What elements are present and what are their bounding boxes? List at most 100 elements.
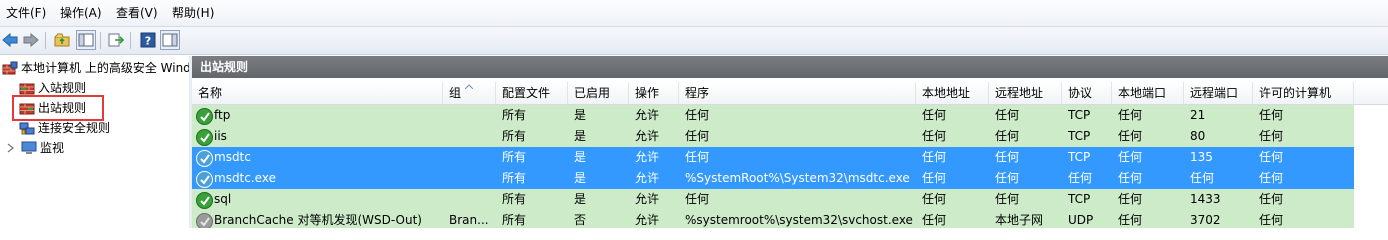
table-row[interactable]: msdtc.exe 所有 是 允许 %SystemRoot%\System32\msdt… <box>192 168 1354 189</box>
toolbar: ? <box>0 27 1388 55</box>
cell-action: 允许 <box>635 213 660 227</box>
cell-program: 任何 <box>685 108 710 122</box>
cell-local-addr: 任何 <box>922 213 947 227</box>
menu-action[interactable]: 操作(A) <box>60 4 102 21</box>
cell-protocol: TCP <box>1068 150 1091 164</box>
cell-profile: 所有 <box>502 171 527 185</box>
cell-action: 允许 <box>635 192 660 206</box>
col-header-profile[interactable]: 配置文件 <box>496 82 568 104</box>
cell-group: Bran... <box>449 213 489 227</box>
cell-local-addr: 任何 <box>922 150 947 164</box>
cell-name: iis <box>214 129 227 143</box>
cell-remote-port: 135 <box>1190 150 1213 164</box>
col-header-name[interactable]: 名称 <box>192 82 443 104</box>
cell-local-addr: 任何 <box>922 108 947 122</box>
export-list-icon[interactable] <box>106 30 126 50</box>
cell-computers: 任何 <box>1259 213 1284 227</box>
cell-program: 任何 <box>685 129 710 143</box>
cell-profile: 所有 <box>502 150 527 164</box>
cell-remote-addr: 任何 <box>995 108 1020 122</box>
col-header-action[interactable]: 操作 <box>629 82 679 104</box>
col-header-remote-port[interactable]: 远程端口 <box>1184 82 1253 104</box>
menu-bar: 文件(F) 操作(A) 查看(V) 帮助(H) <box>0 0 1388 27</box>
cell-enabled: 是 <box>574 171 587 185</box>
cell-group <box>443 105 496 126</box>
tree-root[interactable]: 本地计算机 上的高级安全 Wind <box>2 58 191 77</box>
col-header-protocol[interactable]: 协议 <box>1062 82 1112 104</box>
tree-root-label: 本地计算机 上的高级安全 Wind <box>21 61 191 75</box>
cell-profile: 所有 <box>502 108 527 122</box>
col-header-program[interactable]: 程序 <box>679 82 916 104</box>
table-row[interactable]: BranchCache 对等机发现(WSD-Out) Bran... 所有 否 允许 %s… <box>192 210 1354 228</box>
cell-action: 允许 <box>635 129 660 143</box>
table-row[interactable]: msdtc 所有 是 允许 任何 任何 任何 TCP 任何 135 任何 <box>192 147 1354 168</box>
cell-remote-port: 1433 <box>1190 192 1221 206</box>
svg-text:?: ? <box>145 35 151 48</box>
cell-computers: 任何 <box>1259 129 1284 143</box>
cell-action: 允许 <box>635 171 660 185</box>
cell-action: 允许 <box>635 108 660 122</box>
cell-enabled: 是 <box>574 150 587 164</box>
cell-group <box>443 126 496 147</box>
col-header-enabled[interactable]: 已启用 <box>568 82 629 104</box>
cell-program: %systemroot%\system32\svchost.exe <box>685 213 913 227</box>
cell-action: 允许 <box>635 150 660 164</box>
console-tree: 本地计算机 上的高级安全 Wind 入站规则 出站规则 连接安全规则 监视 <box>0 56 191 228</box>
tree-item-monitor[interactable]: 监视 <box>6 138 64 157</box>
cell-computers: 任何 <box>1259 171 1284 185</box>
show-hide-action-pane-icon[interactable] <box>160 30 180 50</box>
cell-remote-addr: 任何 <box>995 129 1020 143</box>
forward-arrow-icon[interactable] <box>21 30 41 50</box>
cell-remote-port: 任何 <box>1190 171 1215 185</box>
cell-remote-addr: 本地子网 <box>995 213 1044 227</box>
show-hide-console-tree-icon[interactable] <box>76 30 96 50</box>
back-arrow-icon[interactable] <box>0 30 20 50</box>
cell-name: msdtc.exe <box>214 171 276 185</box>
col-header-authorized-computers[interactable]: 许可的计算机 <box>1253 82 1354 104</box>
cell-enabled: 是 <box>574 108 587 122</box>
cell-remote-addr: 任何 <box>995 150 1020 164</box>
inbound-rules-icon <box>19 83 35 94</box>
cell-local-addr: 任何 <box>922 171 947 185</box>
cell-profile: 所有 <box>502 129 527 143</box>
cell-remote-port: 21 <box>1190 108 1206 122</box>
col-header-local-address[interactable]: 本地地址 <box>916 82 989 104</box>
cell-name: BranchCache 对等机发现(WSD-Out) <box>214 213 422 227</box>
table-row[interactable]: ftp 所有 是 允许 任何 任何 任何 TCP 任何 21 任何 <box>192 105 1354 126</box>
highlight-box <box>12 95 104 121</box>
cell-group <box>443 189 496 210</box>
col-header-local-port[interactable]: 本地端口 <box>1112 82 1184 104</box>
table-row[interactable]: iis 所有 是 允许 任何 任何 任何 TCP 任何 80 任何 <box>192 126 1354 147</box>
col-header-group-label: 组 <box>449 86 462 100</box>
cell-local-port: 任何 <box>1118 150 1143 164</box>
cell-remote-addr: 任何 <box>995 192 1020 206</box>
monitor-icon <box>21 141 37 154</box>
cell-program: 任何 <box>685 150 710 164</box>
cell-protocol: TCP <box>1068 192 1091 206</box>
cell-computers: 任何 <box>1259 192 1284 206</box>
cell-local-port: 任何 <box>1118 108 1143 122</box>
table-row[interactable]: sql 所有 是 允许 任何 任何 任何 TCP 任何 1433 任何 <box>192 189 1354 210</box>
pane-header: 出站规则 <box>192 56 1388 78</box>
cell-protocol: UDP <box>1068 213 1094 227</box>
tree-item-inbound-label: 入站规则 <box>38 81 87 95</box>
sort-ascending-icon <box>465 84 473 89</box>
cell-protocol: TCP <box>1068 129 1091 143</box>
expand-arrow-icon[interactable] <box>6 143 16 153</box>
tree-item-monitor-label: 监视 <box>40 141 65 155</box>
cell-local-port: 任何 <box>1118 192 1143 206</box>
cell-local-port: 任何 <box>1118 129 1143 143</box>
menu-view[interactable]: 查看(V) <box>116 4 158 21</box>
help-icon[interactable]: ? <box>138 30 158 50</box>
cell-enabled: 是 <box>574 129 587 143</box>
col-header-group[interactable]: 组 <box>443 82 496 104</box>
col-header-remote-address[interactable]: 远程地址 <box>989 82 1062 104</box>
cell-name: ftp <box>214 108 231 122</box>
pane-title: 出站规则 <box>200 60 249 74</box>
cell-name: msdtc <box>214 150 251 164</box>
tree-item-connection-security-label: 连接安全规则 <box>38 121 111 135</box>
cell-local-port: 任何 <box>1118 171 1143 185</box>
up-folder-icon[interactable] <box>52 30 72 50</box>
menu-file[interactable]: 文件(F) <box>6 4 46 21</box>
menu-help[interactable]: 帮助(H) <box>172 4 214 21</box>
